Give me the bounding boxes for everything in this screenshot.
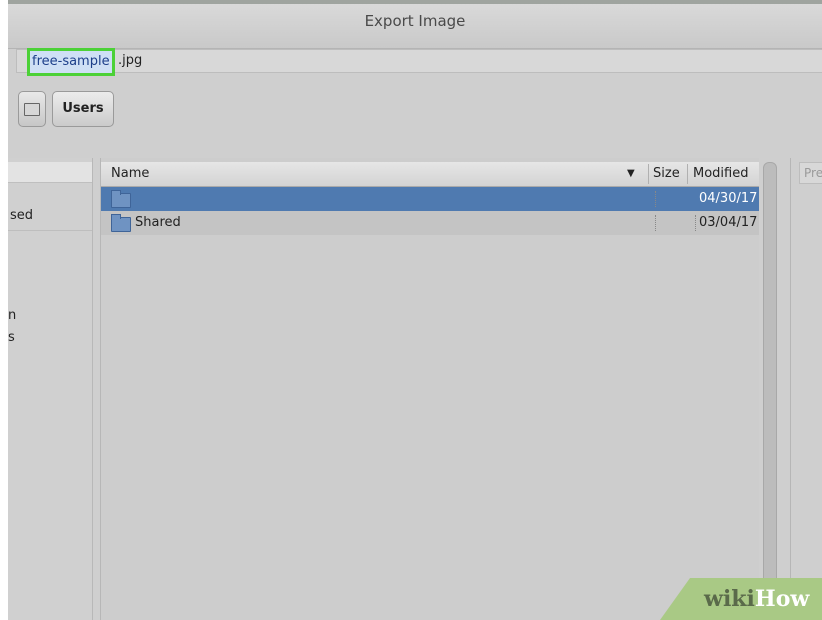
disk-button[interactable]: [18, 91, 46, 127]
folder-icon: [111, 190, 131, 208]
file-modified: 03/04/17: [699, 215, 758, 230]
column-modified-header[interactable]: Modified: [693, 162, 748, 186]
sidebar-header: [8, 162, 92, 183]
titlebar: Export Image: [8, 0, 822, 49]
sidebar-item[interactable]: s: [8, 330, 15, 345]
column-divider: [655, 191, 656, 207]
watermark-text-b: How: [754, 586, 810, 612]
file-modified: 04/30/17: [699, 191, 758, 206]
file-list: Name ▼ Size Modified 04/30/17 Shared 03/…: [100, 158, 759, 620]
sidebar-item[interactable]: sed: [10, 208, 33, 223]
vertical-scrollbar[interactable]: [763, 162, 777, 620]
window-title: Export Image: [364, 12, 466, 30]
filename-field[interactable]: free-sample .jpg: [16, 48, 822, 76]
watermark-text-a: wiki: [704, 586, 755, 612]
sidebar-item[interactable]: n: [8, 308, 16, 323]
file-row[interactable]: 04/30/17: [101, 187, 759, 211]
folder-icon: [111, 214, 131, 232]
filename-extension: .jpg: [118, 53, 143, 68]
file-list-header: Name ▼ Size Modified: [101, 162, 759, 187]
column-size-header[interactable]: Size: [653, 162, 680, 186]
column-divider: [695, 215, 696, 231]
file-name: Shared: [135, 215, 181, 230]
disk-icon: [24, 103, 40, 116]
column-name-header[interactable]: Name: [111, 162, 149, 186]
preview-label: Pre: [799, 162, 822, 184]
users-folder-button[interactable]: Users: [52, 91, 114, 127]
column-divider: [648, 164, 649, 184]
sort-arrow-icon[interactable]: ▼: [627, 162, 635, 186]
column-divider: [655, 215, 656, 231]
export-image-window: Export Image free-sample .jpg Users sed …: [8, 0, 822, 620]
file-row[interactable]: Shared 03/04/17: [101, 211, 759, 235]
filename-selected-text[interactable]: free-sample: [27, 48, 115, 76]
sidebar: sed n s: [8, 158, 93, 620]
preview-pane: Pre: [790, 158, 822, 620]
sidebar-divider: [8, 230, 92, 231]
column-divider: [687, 164, 688, 184]
watermark-text: wikiHow: [704, 586, 809, 612]
